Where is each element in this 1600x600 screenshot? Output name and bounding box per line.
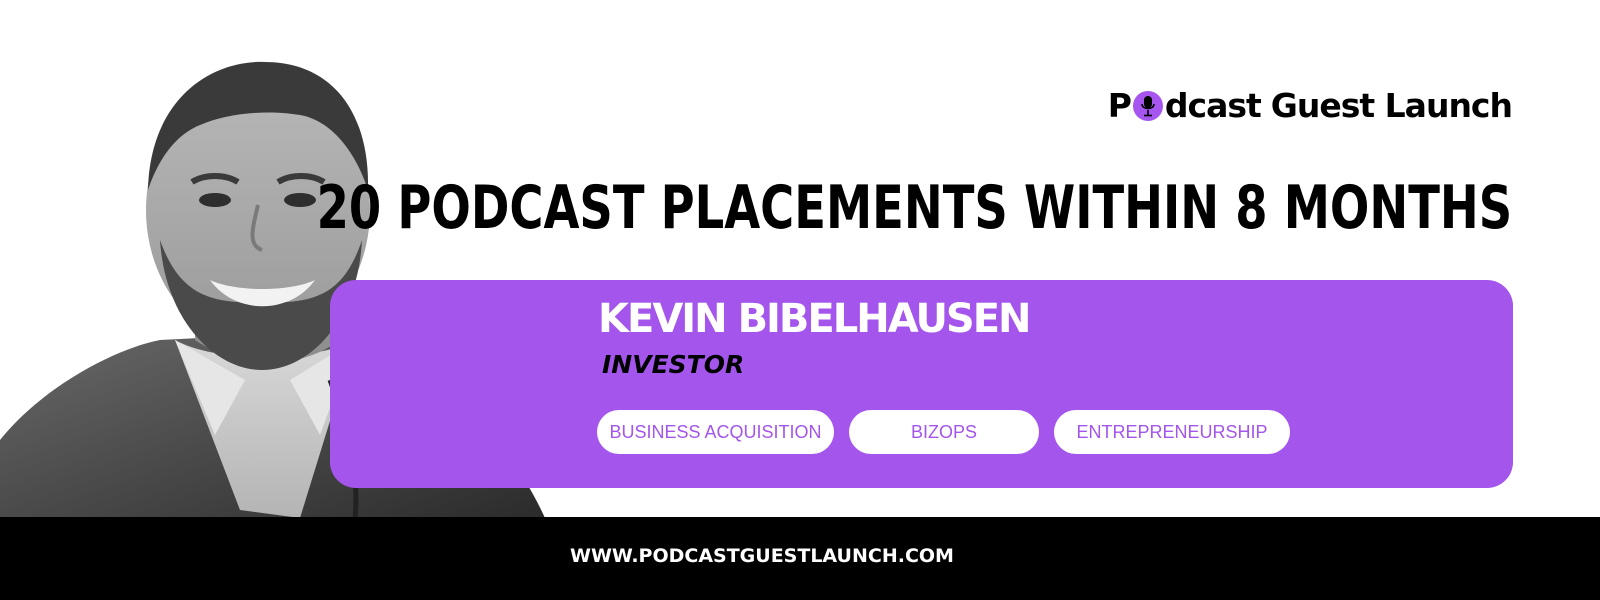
logo-text-p: P [1107, 86, 1132, 125]
logo-text-guest-launch: Guest Launch [1270, 86, 1513, 125]
brand-logo[interactable]: P dcast Guest Launch [1107, 86, 1513, 125]
tag-business-acquisition[interactable]: BUSINESS ACQUISITION [597, 410, 834, 454]
topic-tags: BUSINESS ACQUISITION BIZOPS ENTREPRENEUR… [597, 410, 1290, 454]
microphone-icon [1132, 90, 1163, 121]
headline: 20 PODCAST PLACEMENTS WITHIN 8 MONTHS [316, 173, 1512, 243]
tag-entrepreneurship[interactable]: ENTREPRENEURSHIP [1054, 410, 1290, 454]
footer-url-link[interactable]: WWW.PODCASTGUESTLAUNCH.COM [0, 545, 1600, 567]
guest-role: INVESTOR [602, 350, 745, 379]
guest-name: KEVIN BIBELHAUSEN [598, 296, 1032, 342]
logo-text-dcast: dcast [1164, 86, 1262, 125]
promo-banner: P dcast Guest Launch 20 PODCAST PLACEMEN… [0, 0, 1600, 600]
tag-bizops[interactable]: BIZOPS [849, 410, 1039, 454]
